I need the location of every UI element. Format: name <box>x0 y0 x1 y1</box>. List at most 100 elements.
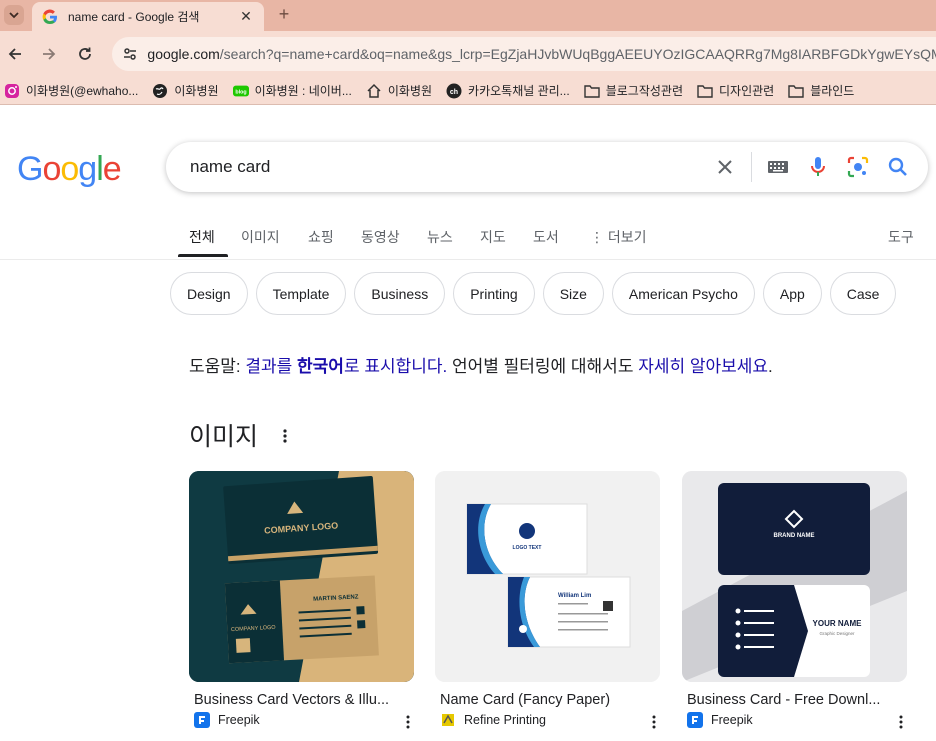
refine-printing-icon <box>440 712 456 728</box>
image-result-card[interactable]: BRAND NAME YOUR NAME Graphic Designer Bu… <box>682 471 907 731</box>
filter-chip[interactable]: Template <box>255 272 347 315</box>
chevron-down-icon <box>9 12 19 19</box>
close-tab-icon[interactable]: ✕ <box>238 8 254 25</box>
search-input[interactable]: name card <box>190 157 705 177</box>
bookmark-label: 이화병원(@ewhaho... <box>26 84 139 98</box>
result-title[interactable]: Name Card (Fancy Paper) <box>440 692 660 708</box>
image-result-card[interactable]: LOGO TEXT William Lim Name Card (Fancy P… <box>435 471 660 731</box>
bookmark-label: 이화병원 : 네이버... <box>254 84 352 98</box>
helper-learn-more-link[interactable]: 자세히 알아보세요 <box>638 357 768 376</box>
site-settings-icon[interactable] <box>118 41 141 67</box>
result-thumbnail[interactable]: BRAND NAME YOUR NAME Graphic Designer <box>682 471 907 682</box>
browser-toolbar: google.com/search?q=name+card&oq=name&gs… <box>0 31 936 77</box>
back-icon[interactable] <box>4 43 26 65</box>
result-source-name: Freepik <box>218 713 260 727</box>
more-options-icon[interactable] <box>895 713 907 731</box>
bookmark-item[interactable]: blog 이화병원 : 네이버... <box>232 82 352 99</box>
tab-maps[interactable]: 지도 <box>480 227 506 247</box>
freepik-icon <box>687 712 703 728</box>
svg-text:ch: ch <box>450 89 458 96</box>
tab-videos[interactable]: 동영상 <box>361 227 400 247</box>
svg-text:BRAND NAME: BRAND NAME <box>774 533 815 539</box>
helper-link-results[interactable]: 결과를 한국어로 표시합니다. <box>245 357 447 376</box>
tab-news[interactable]: 뉴스 <box>427 227 453 247</box>
bookmark-label: 블로그작성관련 <box>605 84 683 98</box>
bookmark-label: 블라인드 <box>810 84 855 98</box>
filter-chip[interactable]: Design <box>170 272 248 315</box>
filter-chip[interactable]: Printing <box>453 272 535 315</box>
result-thumbnail[interactable]: COMPANY LOGO COMPANY LOGO MARTIN SAENZ <box>189 471 414 682</box>
bookmark-item[interactable]: 이화병원 <box>366 82 432 99</box>
result-source-name: Refine Printing <box>464 713 546 727</box>
bookmark-label: 이화병원 <box>174 84 219 98</box>
filter-chip[interactable]: App <box>762 272 822 315</box>
folder-icon <box>584 83 600 99</box>
folder-icon <box>788 83 804 99</box>
kakao-icon: ch <box>446 83 462 99</box>
tab-books[interactable]: 도서 <box>533 227 559 247</box>
bookmark-item[interactable]: 디자인관련 <box>697 82 774 99</box>
tab-shopping[interactable]: 쇼핑 <box>308 227 334 247</box>
business-card-image: COMPANY LOGO COMPANY LOGO MARTIN SAENZ <box>189 471 414 682</box>
divider <box>751 152 752 182</box>
clear-icon[interactable] <box>705 147 745 187</box>
bookmark-item[interactable]: 블로그작성관련 <box>584 82 683 99</box>
keyboard-icon[interactable] <box>758 147 798 187</box>
bookmarks-bar: 이화병원(@ewhaho... 이화병원 blog 이화병원 : 네이버... 이화병원… <box>0 77 936 105</box>
tools-button[interactable]: 도구 <box>888 227 914 247</box>
filter-chip[interactable]: American Psycho <box>611 272 755 315</box>
business-card-image: BRAND NAME YOUR NAME Graphic Designer <box>682 471 907 682</box>
more-options-icon[interactable] <box>648 713 660 731</box>
reload-icon[interactable] <box>74 43 96 65</box>
images-section-title: 이미지 <box>189 423 259 451</box>
google-logo[interactable]: Google <box>17 150 122 189</box>
result-thumbnail[interactable]: LOGO TEXT William Lim <box>435 471 660 682</box>
tab-strip: name card - Google 검색 ✕ + <box>0 0 936 31</box>
bookmark-item[interactable]: 블라인드 <box>788 82 854 99</box>
svg-text:YOUR NAME: YOUR NAME <box>813 619 863 628</box>
bookmark-item[interactable]: ch 카카오톡채널 관리... <box>446 82 570 99</box>
helper-suffix: . <box>768 357 773 376</box>
refinement-chips: Design Template Business Printing Size Americ… <box>170 272 904 315</box>
active-tab-indicator <box>178 254 228 257</box>
result-title[interactable]: Business Card - Free Downl... <box>687 692 907 708</box>
result-title[interactable]: Business Card Vectors & Illu... <box>194 692 414 708</box>
voice-search-icon[interactable] <box>798 147 838 187</box>
bookmark-label: 디자인관련 <box>718 84 775 98</box>
helper-prefix: 도움말: <box>189 357 246 376</box>
bookmark-item[interactable]: 이화병원(@ewhaho... <box>4 82 138 99</box>
active-tab[interactable]: name card - Google 검색 ✕ <box>32 2 264 31</box>
address-bar[interactable]: google.com/search?q=name+card&oq=name&gs… <box>112 37 936 71</box>
freepik-icon <box>194 712 210 728</box>
filter-chip[interactable]: Case <box>829 272 897 315</box>
forward-icon[interactable] <box>38 43 60 65</box>
instagram-icon <box>4 83 20 99</box>
search-icon[interactable] <box>878 147 918 187</box>
result-source[interactable]: Freepik <box>687 712 907 728</box>
bookmark-label: 카카오톡채널 관리... <box>468 84 570 98</box>
result-source-name: Freepik <box>711 713 753 727</box>
image-result-card[interactable]: COMPANY LOGO COMPANY LOGO MARTIN SAENZ B… <box>189 471 414 731</box>
new-tab-icon[interactable]: + <box>274 4 294 24</box>
svg-text:Graphic Designer: Graphic Designer <box>819 631 855 636</box>
bookmark-item[interactable]: 이화병원 <box>152 82 219 99</box>
search-nav-tabs: 전체 이미지 쇼핑 동영상 뉴스 지도 도서 ⋮ 더보기 도구 <box>0 218 936 260</box>
filter-chip[interactable]: Business <box>354 272 446 315</box>
lens-search-icon[interactable] <box>838 147 878 187</box>
result-source[interactable]: Freepik <box>194 712 414 728</box>
tab-images[interactable]: 이미지 <box>241 227 280 247</box>
tab-all[interactable]: 전체 <box>189 227 215 247</box>
google-favicon-icon <box>42 9 57 24</box>
tab-more[interactable]: ⋮ 더보기 <box>590 227 647 247</box>
more-options-icon[interactable] <box>276 425 294 447</box>
tab-more-label: 더보기 <box>607 229 647 245</box>
filter-chip[interactable]: Size <box>542 272 604 315</box>
svg-text:William Lim: William Lim <box>558 593 591 599</box>
url-text[interactable]: google.com/search?q=name+card&oq=name&gs… <box>147 46 936 62</box>
result-source[interactable]: Refine Printing <box>440 712 660 728</box>
tab-search-button[interactable] <box>4 5 24 25</box>
search-box[interactable]: name card <box>166 142 928 192</box>
more-options-icon[interactable] <box>402 713 414 731</box>
svg-text:blog: blog <box>235 89 246 95</box>
tab-title: name card - Google 검색 <box>68 10 200 24</box>
